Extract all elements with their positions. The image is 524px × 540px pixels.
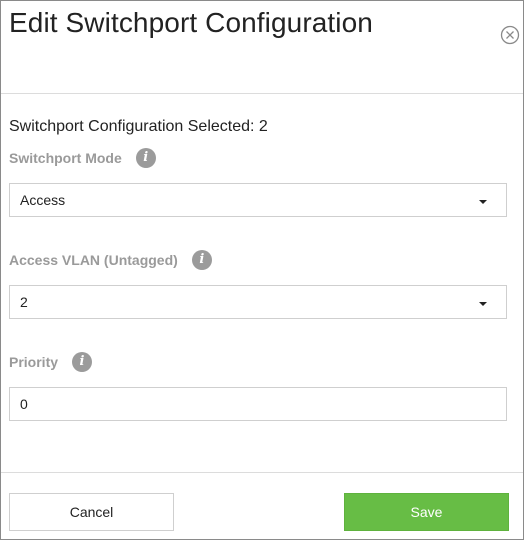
close-icon[interactable] xyxy=(500,25,520,45)
priority-label-row: Priority i xyxy=(9,352,93,372)
footer-divider xyxy=(1,472,523,473)
header-divider xyxy=(1,93,523,94)
chevron-down-icon xyxy=(479,200,487,204)
switchport-mode-label-row: Switchport Mode i xyxy=(9,148,156,168)
access-vlan-label: Access VLAN (Untagged) xyxy=(9,252,178,268)
save-button[interactable]: Save xyxy=(344,493,509,531)
switchport-mode-label: Switchport Mode xyxy=(9,150,122,166)
selected-count-text: Switchport Configuration Selected: 2 xyxy=(9,118,268,135)
edit-switchport-dialog: Edit Switchport Configuration Switchport… xyxy=(0,0,524,540)
access-vlan-value: 2 xyxy=(20,294,28,310)
switchport-mode-value: Access xyxy=(20,192,66,208)
info-icon[interactable]: i xyxy=(72,352,93,372)
access-vlan-label-row: Access VLAN (Untagged) i xyxy=(9,250,212,270)
priority-label: Priority xyxy=(9,354,59,370)
switchport-mode-select[interactable]: Access xyxy=(9,183,507,217)
access-vlan-select[interactable]: 2 xyxy=(9,285,507,319)
info-icon[interactable]: i xyxy=(135,148,156,168)
priority-input[interactable] xyxy=(10,388,506,420)
priority-field[interactable] xyxy=(9,387,507,421)
dialog-title: Edit Switchport Configuration xyxy=(9,7,373,38)
info-icon[interactable]: i xyxy=(191,250,212,270)
cancel-button[interactable]: Cancel xyxy=(9,493,174,531)
chevron-down-icon xyxy=(479,302,487,306)
